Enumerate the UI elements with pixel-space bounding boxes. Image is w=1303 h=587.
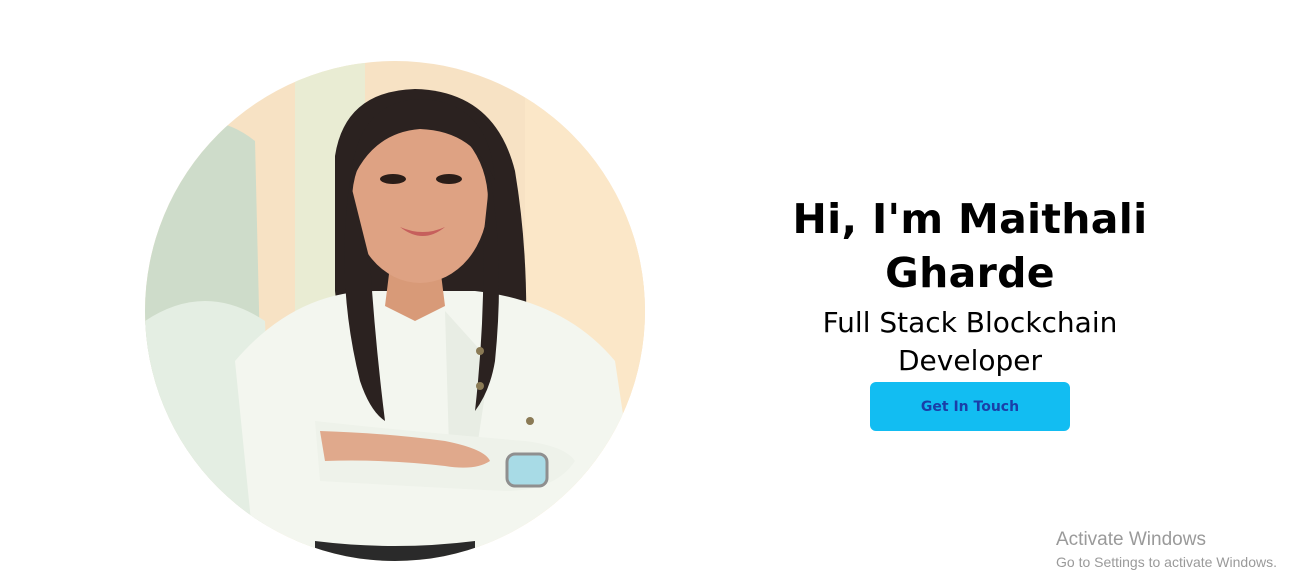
profile-photo-illustration [145, 61, 645, 561]
get-in-touch-button[interactable]: Get In Touch [870, 382, 1070, 431]
activate-windows-watermark: Activate Windows Go to Settings to activ… [1056, 529, 1277, 572]
hero-text: Hi, I'm Maithali Gharde Full Stack Block… [760, 192, 1180, 380]
activate-windows-subtitle: Go to Settings to activate Windows. [1056, 554, 1277, 570]
hero-name: Hi, I'm Maithali Gharde [792, 195, 1148, 297]
activate-windows-title: Activate Windows [1056, 529, 1206, 550]
page: Hi, I'm Maithali Gharde Full Stack Block… [0, 0, 1303, 587]
hero-role: Full Stack Blockchain Developer [822, 306, 1118, 377]
profile-photo [145, 61, 645, 561]
